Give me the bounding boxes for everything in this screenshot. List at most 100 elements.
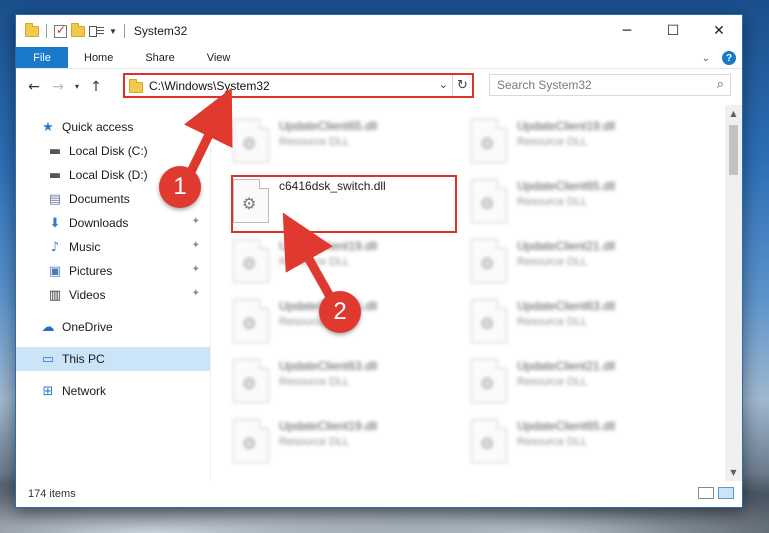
network-icon: ⊞ bbox=[42, 383, 54, 399]
file-tile[interactable]: ⚙ UpdateClient65.dll Resource DLL bbox=[233, 119, 463, 171]
file-name: UpdateClient63.dll bbox=[279, 359, 378, 373]
dll-file-icon: ⚙ bbox=[233, 299, 269, 343]
file-tile[interactable]: ⚙ UpdateClient19.dll Resource DLL bbox=[233, 239, 463, 291]
file-name: UpdateClient19.dll bbox=[279, 239, 378, 253]
customize-toolbar-dropdown-icon[interactable]: ▼ bbox=[109, 27, 117, 36]
new-folder-icon[interactable] bbox=[71, 22, 85, 37]
tab-file[interactable]: File bbox=[16, 47, 68, 68]
minimize-button[interactable]: ─ bbox=[604, 15, 650, 47]
file-tile[interactable]: ⚙ UpdateClient65.dll Resource DLL bbox=[471, 419, 701, 471]
file-name: UpdateClient21.dll bbox=[517, 239, 616, 253]
sidebar-item-label: Videos bbox=[69, 288, 106, 302]
sidebar-item-music[interactable]: ♪ Music ✦ bbox=[16, 235, 210, 259]
dll-file-icon: ⚙ bbox=[233, 419, 269, 463]
tab-home[interactable]: Home bbox=[68, 47, 129, 68]
search-input[interactable] bbox=[490, 78, 700, 92]
pin-icon[interactable]: ✦ bbox=[192, 264, 200, 275]
scroll-down-icon[interactable]: ▼ bbox=[725, 464, 742, 481]
sidebar-item-local-disk-c[interactable]: ▬ Local Disk (C:) bbox=[16, 139, 210, 163]
file-type: Resource DLL bbox=[517, 136, 588, 148]
step-1-badge: 1 bbox=[159, 166, 201, 208]
cloud-icon: ☁ bbox=[41, 319, 55, 335]
properties-check-icon[interactable] bbox=[54, 23, 67, 38]
file-name: UpdateClient65.dll bbox=[279, 119, 378, 133]
sidebar-item-label: Network bbox=[62, 384, 107, 398]
sidebar-item-label: Quick access bbox=[62, 120, 134, 134]
star-icon: ★ bbox=[42, 119, 54, 135]
forward-arrow-icon[interactable]: → bbox=[48, 79, 68, 95]
close-button[interactable]: ✕ bbox=[696, 15, 742, 47]
file-name: UpdateClient65.dll bbox=[517, 419, 616, 433]
scroll-up-icon[interactable]: ▲ bbox=[725, 105, 742, 122]
documents-icon: ▤ bbox=[48, 191, 62, 207]
sidebar-item-onedrive[interactable]: ☁ OneDrive bbox=[16, 315, 210, 339]
folder-icon bbox=[129, 78, 143, 93]
vertical-scrollbar[interactable]: ▲ ▼ bbox=[725, 105, 742, 481]
file-type: Resource DLL bbox=[517, 256, 588, 268]
up-arrow-icon[interactable]: ↑ bbox=[86, 79, 106, 95]
item-count: 174 items bbox=[28, 488, 76, 500]
music-icon: ♪ bbox=[50, 239, 60, 255]
downloads-icon: ⬇ bbox=[49, 215, 61, 231]
status-bar: 174 items bbox=[16, 481, 742, 507]
scrollbar-thumb[interactable] bbox=[729, 125, 738, 175]
address-path[interactable]: C:\Windows\System32 bbox=[149, 79, 270, 93]
tab-share[interactable]: Share bbox=[129, 47, 190, 68]
computer-icon: ▭ bbox=[41, 351, 55, 367]
recent-locations-chevron-icon[interactable]: ▾ bbox=[72, 82, 82, 91]
large-icons-view-icon[interactable] bbox=[718, 487, 734, 499]
sidebar-item-label: Local Disk (D:) bbox=[69, 168, 148, 182]
file-tile[interactable]: ⚙ UpdateClient19.dll Resource DLL bbox=[471, 119, 701, 171]
search-box[interactable]: ⌕ bbox=[489, 74, 731, 96]
dll-file-icon: ⚙ bbox=[233, 239, 269, 283]
refresh-icon[interactable]: ↻ bbox=[452, 75, 472, 96]
search-icon[interactable]: ⌕ bbox=[717, 77, 724, 92]
file-tile[interactable]: ⚙ UpdateClient63.dll Resource DLL bbox=[471, 299, 701, 351]
dll-file-icon: ⚙ bbox=[471, 179, 507, 223]
file-name: UpdateClient65.dll bbox=[517, 179, 616, 193]
file-name: UpdateClient19.dll bbox=[279, 419, 378, 433]
sidebar-item-label: This PC bbox=[62, 352, 105, 366]
file-tile[interactable]: ⚙ UpdateClient19.dll Resource DLL bbox=[233, 419, 463, 471]
file-tile[interactable]: ⚙ UpdateClient21.dll Resource DLL bbox=[471, 359, 701, 411]
dll-file-icon: ⚙ bbox=[233, 359, 269, 403]
chevron-down-icon[interactable]: ⌄ bbox=[702, 53, 710, 64]
toolbar-divider bbox=[123, 24, 125, 38]
file-tile[interactable]: ⚙ UpdateClient63.dll Resource DLL bbox=[233, 359, 463, 411]
sidebar-item-label: Music bbox=[69, 240, 101, 254]
sidebar-item-quick-access[interactable]: ★ Quick access bbox=[16, 115, 210, 139]
details-view-icon[interactable] bbox=[698, 487, 714, 499]
file-explorer-window: ▼ System32 ─ ☐ ✕ File Home Share View ⌄ … bbox=[15, 14, 743, 508]
drive-icon: ▬ bbox=[48, 143, 62, 159]
file-tile[interactable]: ⚙ UpdateClient21.dll Resource DLL bbox=[471, 239, 701, 291]
file-name: UpdateClient21.dll bbox=[517, 359, 616, 373]
dll-file-icon: ⚙ bbox=[471, 419, 507, 463]
back-arrow-icon[interactable]: ← bbox=[24, 79, 44, 95]
sidebar-item-downloads[interactable]: ⬇ Downloads ✦ bbox=[16, 211, 210, 235]
maximize-button[interactable]: ☐ bbox=[650, 15, 696, 47]
sidebar-item-label: Local Disk (C:) bbox=[69, 144, 148, 158]
file-tile[interactable]: ⚙ UpdateClient65.dll Resource DLL bbox=[471, 179, 701, 231]
sidebar-item-network[interactable]: ⊞ Network bbox=[16, 379, 210, 403]
file-name: UpdateClient19.dll bbox=[517, 119, 616, 133]
sidebar-item-this-pc[interactable]: ▭ This PC bbox=[16, 347, 210, 371]
window-title: System32 bbox=[133, 24, 188, 38]
tab-view[interactable]: View bbox=[191, 47, 247, 68]
address-bar[interactable]: C:\Windows\System32 ⌄ ↻ bbox=[123, 73, 474, 98]
view-details-icon[interactable] bbox=[89, 25, 105, 37]
pictures-icon: ▣ bbox=[48, 263, 62, 279]
file-name: UpdateClient63.dll bbox=[517, 299, 616, 313]
toolbar-divider bbox=[46, 24, 47, 38]
sidebar-item-videos[interactable]: ▥ Videos ✦ bbox=[16, 283, 210, 307]
drive-icon: ▬ bbox=[48, 167, 62, 183]
file-list-pane: ⚙ UpdateClient65.dll Resource DLL ⚙ c6416… bbox=[210, 105, 742, 481]
address-dropdown-icon[interactable]: ⌄ bbox=[439, 78, 448, 91]
dll-file-icon: ⚙ bbox=[233, 119, 269, 163]
dll-file-icon: ⚙ bbox=[471, 239, 507, 283]
help-icon[interactable]: ? bbox=[722, 51, 736, 65]
pin-icon[interactable]: ✦ bbox=[192, 216, 200, 227]
sidebar-item-pictures[interactable]: ▣ Pictures ✦ bbox=[16, 259, 210, 283]
pin-icon[interactable]: ✦ bbox=[192, 240, 200, 251]
pin-icon[interactable]: ✦ bbox=[192, 288, 200, 299]
file-type: Resource DLL bbox=[517, 436, 588, 448]
